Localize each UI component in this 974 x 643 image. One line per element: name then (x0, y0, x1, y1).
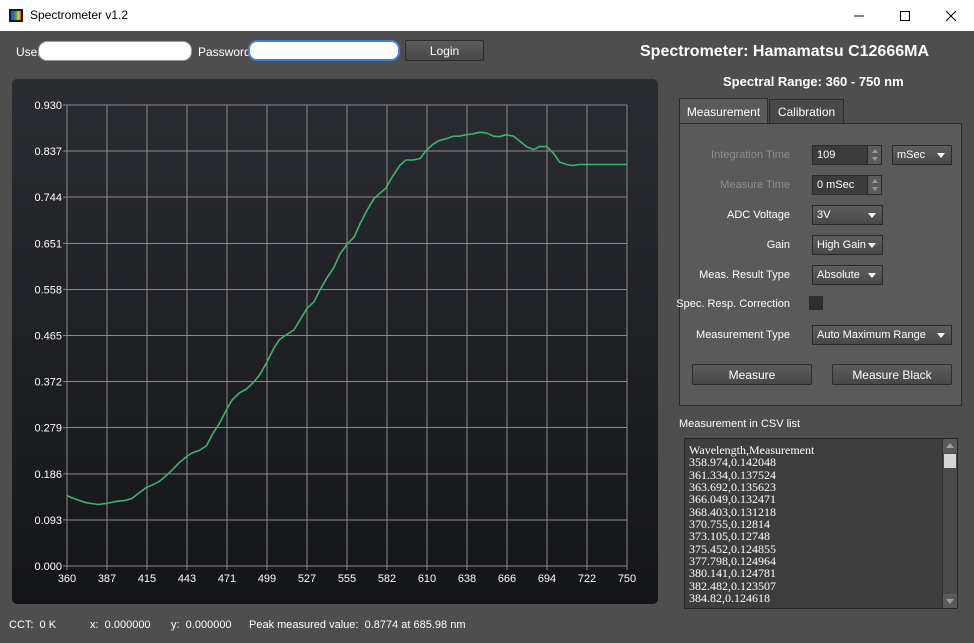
x-tick-label: 387 (98, 573, 116, 585)
minimize-button[interactable] (836, 0, 882, 31)
y-tick-label: 0.651 (34, 238, 62, 250)
x-tick-label: 694 (538, 573, 556, 585)
measurement-type-select[interactable]: Auto Maximum Range (812, 325, 952, 345)
x-tick-label: 527 (298, 573, 316, 585)
csv-line: 358.974,0.142048 (689, 455, 776, 470)
gain-label: Gain (766, 239, 790, 251)
close-button[interactable] (928, 0, 974, 31)
maximize-icon (900, 10, 910, 21)
status-cct: CCT: 0 K (9, 619, 57, 631)
spec-resp-correction-label: Spec. Resp. Correction (676, 298, 790, 310)
status-peak: Peak measured value: 0.8774 at 685.98 nm (249, 619, 466, 631)
csv-line: 384.82,0.124618 (689, 591, 770, 606)
x-tick-label: 360 (58, 573, 76, 585)
y-tick-label: 0.372 (34, 377, 62, 389)
tab-calibration[interactable]: Calibration (769, 99, 844, 123)
x-tick-label: 750 (618, 573, 636, 585)
status-x: x: 0.000000 (90, 619, 151, 631)
spectrum-chart-svg: 360 387 415 443 471 499 527 555 582 610 638 666 694 7… (34, 100, 636, 585)
measure-time-label: Measure Time (720, 179, 790, 191)
csv-list-title: Measurement in CSV list (679, 418, 801, 430)
adc-voltage-select[interactable]: 3V (812, 205, 883, 225)
scroll-up-icon[interactable] (943, 439, 957, 453)
y-tick-label: 0.558 (34, 284, 62, 296)
adc-voltage-value: 3V (817, 209, 831, 221)
y-tick-label: 0.744 (34, 192, 62, 204)
x-tick-label: 582 (378, 573, 396, 585)
integration-time-spinbox[interactable]: 109 (812, 145, 882, 165)
x-tick-label: 666 (498, 573, 516, 585)
x-tick-label: 722 (578, 573, 596, 585)
csv-line: 366.049,0.132471 (689, 492, 776, 507)
x-tick-label: 443 (178, 573, 196, 585)
minimize-icon (854, 15, 864, 16)
x-tick-label: 610 (418, 573, 436, 585)
csv-list[interactable]: Wavelength,Measurement 358.974,0.142048 36… (684, 438, 958, 609)
scroll-down-icon[interactable] (943, 594, 957, 608)
y-tick-label: 0.930 (34, 100, 62, 112)
measurement-panel: Integration Time 109 mSec Measure Time 0… (676, 123, 962, 406)
spin-arrows-icon[interactable] (867, 146, 881, 164)
measure-black-button[interactable]: Measure Black (832, 364, 952, 385)
y-tick-label: 0.186 (34, 469, 62, 481)
y-tick-label: 0.465 (34, 331, 62, 343)
spectrum-chart: 360 387 415 443 471 499 527 555 582 610 638 666 694 7… (12, 79, 658, 604)
close-icon (945, 10, 957, 21)
title-bar: Spectrometer v1.2 (0, 0, 974, 31)
chevron-down-icon (868, 243, 876, 248)
meas-result-type-select[interactable]: Absolute (812, 265, 883, 285)
x-tick-label: 471 (218, 573, 236, 585)
csv-line: 380.141,0.124781 (689, 566, 776, 581)
status-y: y: 0.000000 (171, 619, 232, 631)
y-tick-label: 0.093 (34, 515, 62, 527)
password-label: Password (198, 45, 251, 59)
integration-unit-select[interactable]: mSec (892, 145, 952, 165)
csv-line: 373.105,0.12748 (689, 529, 770, 544)
spin-arrows-icon[interactable] (867, 176, 881, 194)
gain-value: High Gain (817, 239, 866, 251)
csv-list-text[interactable]: Wavelength,Measurement 358.974,0.142048 36… (689, 444, 939, 608)
login-button[interactable]: Login (405, 40, 484, 61)
spectral-range: Spectral Range: 360 - 750 nm (723, 74, 904, 89)
y-tick-label: 0.837 (34, 146, 62, 158)
meas-result-type-label: Meas. Result Type (699, 269, 790, 281)
x-tick-label: 555 (338, 573, 356, 585)
measure-time-spinbox[interactable]: 0 mSec (812, 175, 882, 195)
device-title: Spectrometer: Hamamatsu C12666MA (640, 43, 929, 60)
measure-button[interactable]: Measure (692, 364, 812, 385)
x-tick-label: 415 (138, 573, 156, 585)
password-input[interactable] (248, 40, 400, 61)
measurement-type-value: Auto Maximum Range (817, 329, 926, 341)
measure-time-value: 0 mSec (817, 179, 855, 191)
x-tick-label: 638 (458, 573, 476, 585)
chevron-down-icon (937, 333, 945, 338)
maximize-button[interactable] (882, 0, 928, 31)
chevron-down-icon (868, 273, 876, 278)
measurement-type-label: Measurement Type (696, 329, 790, 341)
tab-measurement[interactable]: Measurement (679, 98, 768, 124)
chevron-down-icon (937, 153, 945, 158)
y-tick-label: 0.000 (34, 561, 62, 573)
user-input[interactable] (38, 41, 192, 61)
integration-unit-value: mSec (897, 149, 926, 161)
spec-resp-correction-checkbox[interactable] (809, 296, 823, 310)
window-title: Spectrometer v1.2 (30, 8, 129, 22)
csv-scrollbar[interactable] (942, 439, 957, 608)
chevron-down-icon (868, 213, 876, 218)
integration-time-value: 109 (817, 149, 836, 161)
gain-select[interactable]: High Gain (812, 235, 883, 255)
y-tick-label: 0.279 (34, 423, 62, 435)
app-icon (9, 9, 23, 22)
integration-time-label: Integration Time (711, 149, 790, 161)
meas-result-type-value: Absolute (817, 269, 860, 281)
scroll-thumb[interactable] (944, 454, 956, 468)
adc-voltage-label: ADC Voltage (727, 209, 790, 221)
x-tick-label: 499 (258, 573, 276, 585)
